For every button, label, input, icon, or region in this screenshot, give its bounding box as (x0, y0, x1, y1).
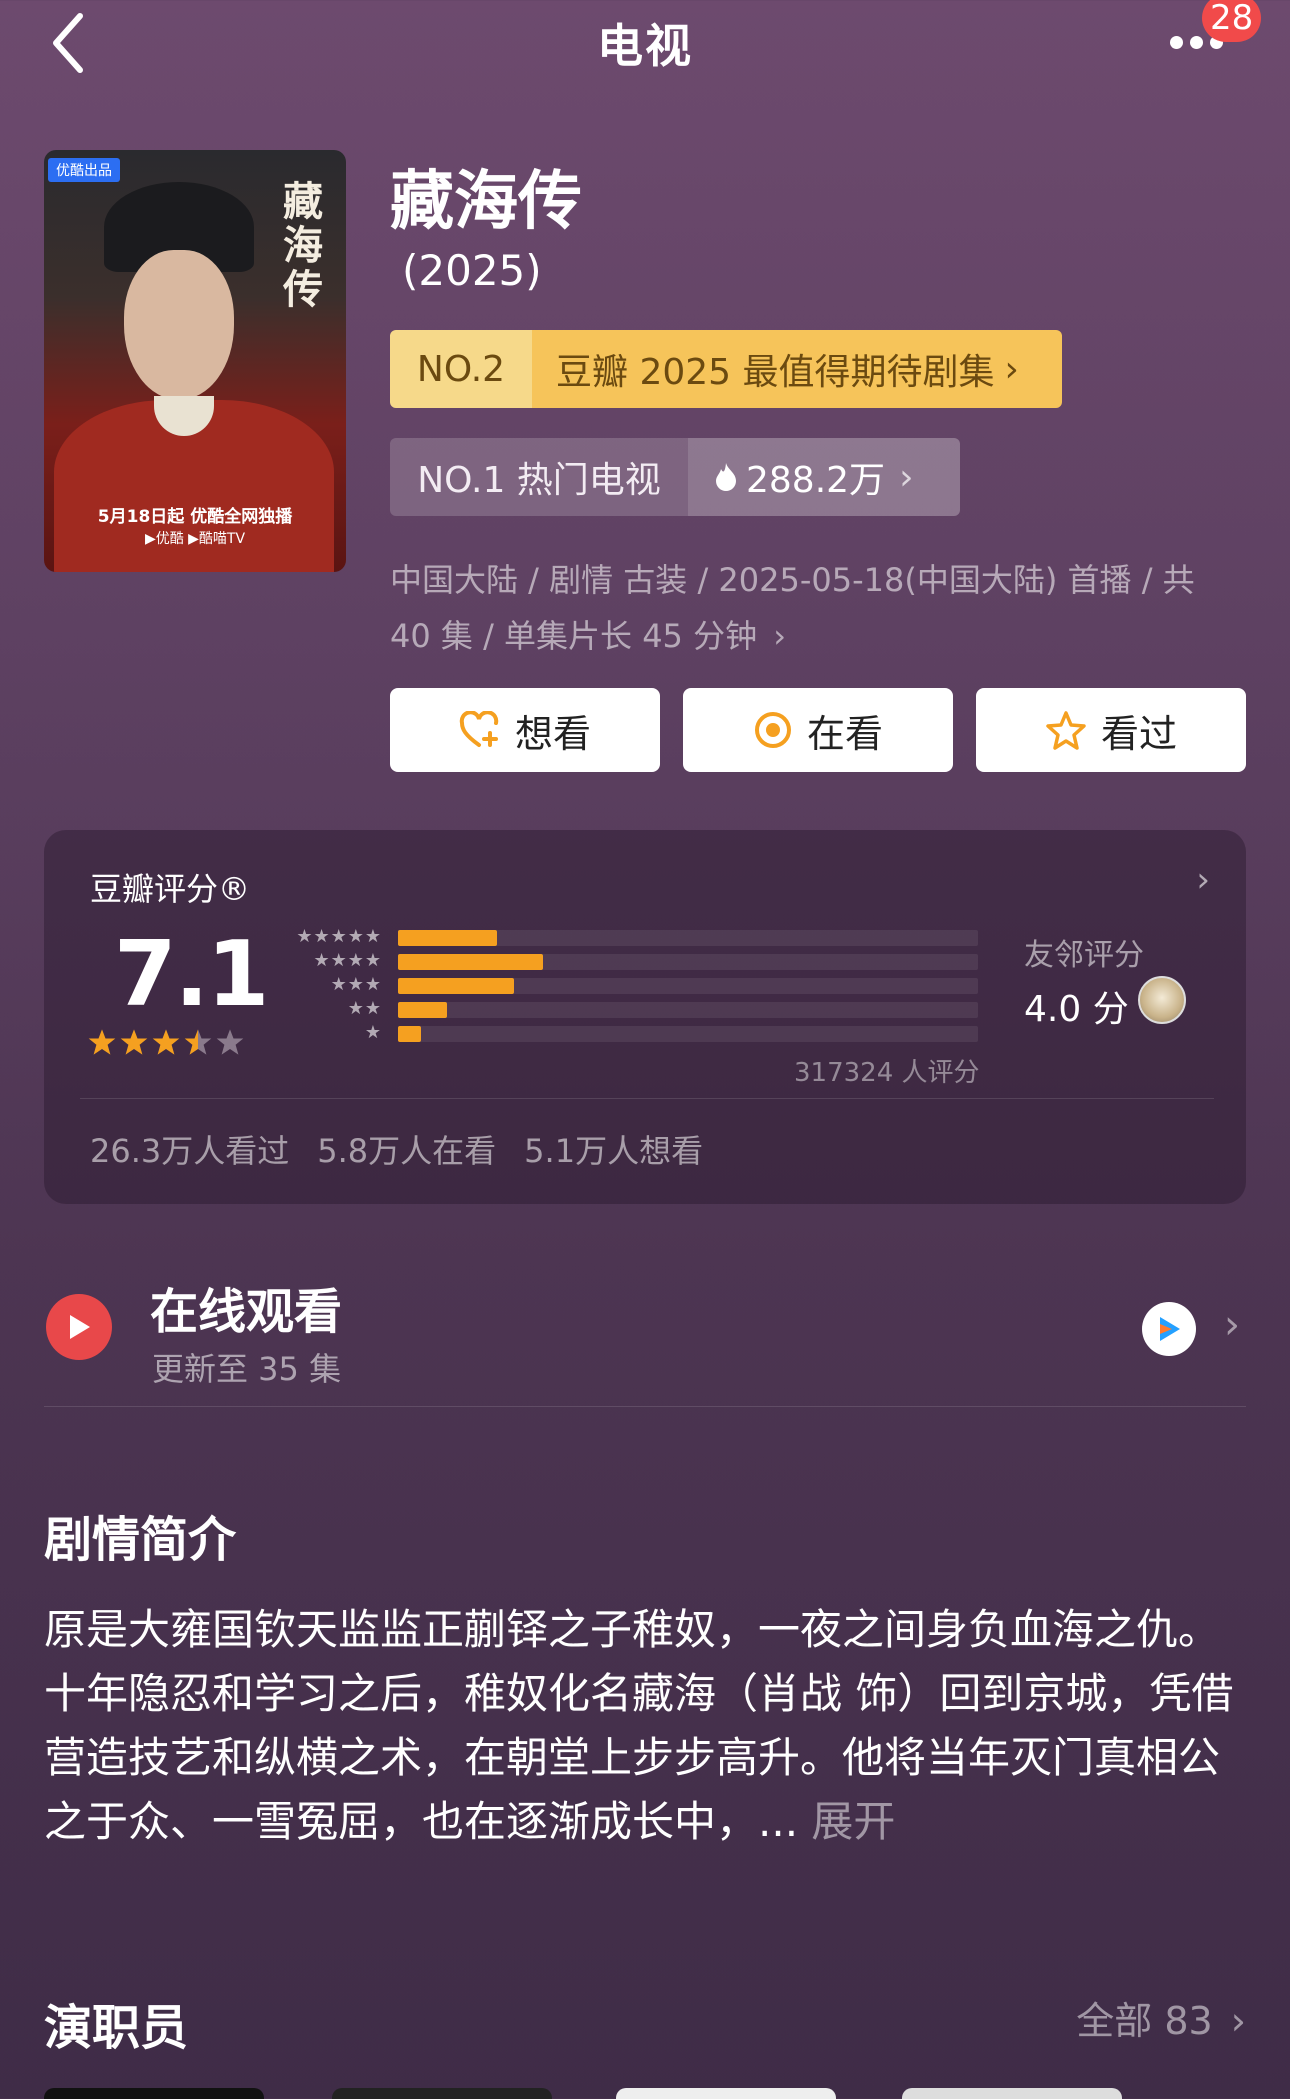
show-meta[interactable]: 中国大陆 / 剧情 古装 / 2025-05-18(中国大陆) 首播 / 共 4… (390, 552, 1220, 664)
top-bar: 电视 28 (0, 0, 1290, 90)
rating-score: 7.1 (114, 922, 269, 1027)
cast-list (44, 2088, 1290, 2099)
want-count: 5.1万人想看 (524, 1132, 704, 1170)
play-icon (46, 1294, 112, 1360)
rating-card[interactable]: 豆瓣评分® › 7.1 ★★★★★ ★★★★ ★★★ ★★ ★ 317324 人… (44, 830, 1246, 1204)
synopsis-heading: 剧情简介 (44, 1512, 237, 1568)
avatar[interactable] (1138, 976, 1186, 1024)
chevron-right-icon: › (1230, 1999, 1246, 2043)
cast-card[interactable] (332, 2088, 552, 2099)
youku-logo-icon (1142, 1302, 1196, 1356)
expand-link[interactable]: 展开 (811, 1797, 895, 1846)
page-title: 电视 (597, 19, 693, 73)
star-half-icon (184, 1029, 212, 1055)
distribution-row-3: ★★★ (272, 974, 1032, 996)
distribution-row-2: ★★ (272, 998, 1032, 1020)
distribution-row-5: ★★★★★ (272, 926, 1032, 948)
watching-button[interactable]: 在看 (683, 688, 953, 772)
action-buttons: 想看 在看 看过 (390, 688, 1246, 772)
distribution-bar (398, 978, 514, 994)
ranking-badge-hot[interactable]: NO.1 热门电视 288.2万 › (390, 438, 960, 516)
watched-button[interactable]: 看过 (976, 688, 1246, 772)
star-full-icon (120, 1029, 148, 1055)
cast-card[interactable] (616, 2088, 836, 2099)
cast-heading: 演职员 (44, 2000, 189, 2056)
distribution-bar (398, 954, 543, 970)
poster-image[interactable]: 优酷出品 藏海传 5月18日起 优酷全网独播 ▶优酷 ▶酷喵TV (44, 150, 346, 572)
ranking-badge-expected[interactable]: NO.2 豆瓣 2025 最值得期待剧集 › (390, 330, 1062, 408)
friend-rating-label: 友邻评分 (1024, 938, 1144, 973)
watch-stats: 26.3万人看过 5.8万人在看 5.1万人想看 (90, 1126, 703, 1172)
hot-tv-rank: NO.1 热门电视 (390, 438, 688, 516)
star-full-icon (88, 1029, 116, 1055)
show-title: 藏海传 (390, 165, 582, 239)
flame-icon (716, 463, 736, 491)
chevron-right-icon: › (1196, 860, 1210, 900)
poster-tag: 优酷出品 (48, 158, 120, 182)
friend-rating-score: 4.0 分 (1024, 989, 1129, 1030)
divider (44, 1406, 1246, 1407)
online-watch-subtitle: 更新至 35 集 (152, 1350, 342, 1388)
heart-plus-icon (459, 711, 501, 749)
want-to-watch-button[interactable]: 想看 (390, 688, 660, 772)
distribution-row-4: ★★★★ (272, 950, 1032, 972)
target-icon (753, 710, 793, 750)
watching-count: 5.8万人在看 (317, 1132, 497, 1170)
poster-vertical-title: 藏海传 (276, 180, 323, 312)
chevron-right-icon: › (773, 617, 787, 655)
chevron-right-icon: › (899, 456, 914, 498)
star-outline-icon (1045, 710, 1087, 750)
divider (80, 1098, 1214, 1099)
distribution-bar (398, 930, 497, 946)
show-year: (2025) (402, 246, 542, 295)
watched-count: 26.3万人看过 (90, 1132, 290, 1170)
rating-stars (88, 1028, 244, 1056)
chevron-right-icon: › (1224, 1302, 1240, 1348)
distribution-row-1: ★ (272, 1022, 1032, 1044)
notification-badge: 28 (1202, 0, 1262, 42)
heat-value: 288.2万 (746, 460, 886, 501)
rating-count: 317324 人评分 (794, 1058, 980, 1088)
rating-title: 豆瓣评分® (90, 870, 251, 908)
cast-all-link[interactable]: 全部 83 › (1076, 1990, 1246, 2045)
more-dots-icon (1170, 36, 1183, 49)
cast-card[interactable] (44, 2088, 264, 2099)
online-watch-title: 在线观看 (150, 1284, 343, 1340)
online-watch-row[interactable]: 在线观看 更新至 35 集 › (44, 1270, 1246, 1410)
poster-release-line: 5月18日起 优酷全网独播 (97, 507, 293, 527)
cast-card[interactable] (902, 2088, 1122, 2099)
chevron-right-icon: › (1004, 348, 1019, 390)
distribution-bar (398, 1002, 448, 1018)
star-empty-icon (216, 1029, 244, 1055)
star-full-icon (152, 1029, 180, 1055)
ranking-list-name: 豆瓣 2025 最值得期待剧集 (556, 352, 995, 393)
synopsis-text: 原是大雍国钦天监监正蒯铎之子稚奴，一夜之间身负血海之仇。十年隐忍和学习之后，稚奴… (44, 1605, 1234, 1846)
poster-platforms: ▶优酷 ▶酷喵TV (144, 531, 246, 547)
distribution-bar (398, 1026, 422, 1042)
ranking-number: NO.2 (390, 330, 532, 408)
